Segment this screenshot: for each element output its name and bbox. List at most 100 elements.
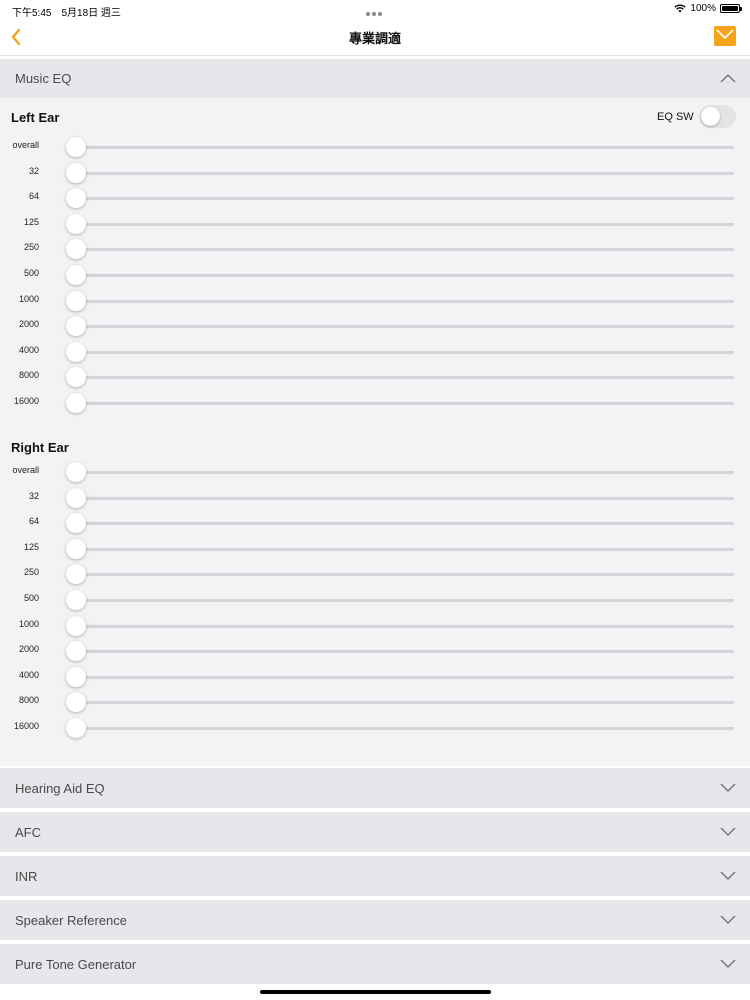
eq-slider-track[interactable] xyxy=(76,402,734,405)
eq-band-label: 1000 xyxy=(18,618,39,629)
eq-slider-track[interactable] xyxy=(76,146,734,149)
eq-slider-thumb[interactable] xyxy=(66,462,86,482)
eq-slider-track[interactable] xyxy=(76,471,734,474)
section-label: Hearing Aid EQ xyxy=(15,781,105,796)
eq-slider-thumb[interactable] xyxy=(66,188,86,209)
eq-switch-toggle[interactable] xyxy=(699,105,736,128)
eq-slider-thumb[interactable] xyxy=(66,564,86,585)
eq-band-label: 500 xyxy=(23,268,39,278)
eq-slider-track[interactable] xyxy=(76,675,734,679)
eq-slider-thumb[interactable] xyxy=(66,641,86,662)
eq-slider-thumb[interactable] xyxy=(66,538,86,559)
eq-band-label: 32 xyxy=(28,490,39,501)
eq-band-label: 64 xyxy=(28,191,39,202)
eq-slider-track[interactable] xyxy=(76,299,734,303)
eq-band-row: 250 xyxy=(0,563,750,585)
eq-slider-track[interactable] xyxy=(76,727,734,730)
eq-slider-track[interactable] xyxy=(76,624,734,628)
section-header-hearing-aid-eq[interactable]: Hearing Aid EQ xyxy=(0,768,750,808)
eq-slider-track[interactable] xyxy=(76,171,734,175)
status-bar: 下午5:45 5月18日 週三 100% xyxy=(0,0,750,19)
eq-band-label: 16000 xyxy=(13,721,39,731)
multitasking-dots-icon[interactable] xyxy=(366,8,384,16)
status-time-date: 下午5:45 5月18日 週三 xyxy=(12,8,121,19)
eq-slider-thumb[interactable] xyxy=(66,265,86,285)
eq-slider-thumb[interactable] xyxy=(66,367,86,388)
eq-slider-track[interactable] xyxy=(76,599,734,602)
eq-band-row: 8000 xyxy=(0,691,750,713)
eq-slider-track[interactable] xyxy=(76,573,734,577)
eq-band-label: 250 xyxy=(23,567,39,578)
eq-band-label: 125 xyxy=(23,541,39,552)
eq-slider-track[interactable] xyxy=(76,547,734,551)
eq-slider-thumb[interactable] xyxy=(66,162,86,183)
battery-percent: 100% xyxy=(690,3,716,14)
eq-band-row: 2000 xyxy=(0,640,750,662)
eq-band-label: overall xyxy=(12,465,39,475)
chevron-down-icon xyxy=(720,959,736,968)
section-header-pure-tone-generator[interactable]: Pure Tone Generator xyxy=(0,944,750,984)
eq-band-row: 8000 xyxy=(0,366,750,388)
eq-band-row: overall xyxy=(0,461,750,483)
eq-slider-track[interactable] xyxy=(76,197,734,201)
eq-band-row: 4000 xyxy=(0,341,750,363)
eq-band-row: 32 xyxy=(0,162,750,184)
section-header-music-eq[interactable]: Music EQ xyxy=(0,59,750,98)
section-header-afc[interactable]: AFC xyxy=(0,812,750,852)
eq-slider-track[interactable] xyxy=(76,222,734,226)
eq-slider-thumb[interactable] xyxy=(66,692,86,713)
mail-button[interactable] xyxy=(714,26,736,46)
mail-icon xyxy=(716,29,734,39)
eq-band-label: 8000 xyxy=(18,370,39,381)
section-header-speaker-reference[interactable]: Speaker Reference xyxy=(0,900,750,940)
chevron-down-icon xyxy=(720,827,736,836)
eq-slider-thumb[interactable] xyxy=(66,316,86,337)
page-title: 專業調適 xyxy=(348,31,401,46)
eq-slider-thumb[interactable] xyxy=(66,213,86,234)
eq-slider-track[interactable] xyxy=(76,248,734,252)
eq-slider-track[interactable] xyxy=(76,376,734,380)
eq-slider-track[interactable] xyxy=(76,650,734,654)
eq-slider-track[interactable] xyxy=(76,701,734,705)
eq-slider-thumb[interactable] xyxy=(66,290,86,311)
eq-slider-thumb[interactable] xyxy=(66,513,86,534)
eq-band-label: 32 xyxy=(28,165,39,176)
chevron-down-icon xyxy=(720,915,736,924)
eq-slider-thumb[interactable] xyxy=(66,487,86,508)
section-label: Music EQ xyxy=(15,71,72,86)
eq-slider-track[interactable] xyxy=(76,522,734,526)
navigation-bar: 專業調適 xyxy=(0,18,750,56)
section-label: Speaker Reference xyxy=(15,913,128,928)
eq-band-row: 16000 xyxy=(0,392,750,414)
home-indicator[interactable] xyxy=(260,990,491,994)
chevron-down-icon xyxy=(720,871,736,880)
eq-slider-thumb[interactable] xyxy=(66,615,86,636)
eq-slider-track[interactable] xyxy=(76,496,734,500)
eq-band-label: 4000 xyxy=(18,669,39,680)
eq-slider-thumb[interactable] xyxy=(66,341,86,362)
eq-band-label: overall xyxy=(12,140,39,150)
left-ear-title: Left Ear xyxy=(11,110,60,125)
eq-slider-thumb[interactable] xyxy=(66,666,86,687)
eq-band-label: 2000 xyxy=(18,644,39,655)
chevron-up-icon xyxy=(720,74,736,83)
eq-slider-thumb[interactable] xyxy=(66,137,86,157)
eq-slider-thumb[interactable] xyxy=(66,393,86,413)
eq-band-row: 64 xyxy=(0,512,750,534)
eq-band-row: 16000 xyxy=(0,717,750,739)
eq-band-label: 64 xyxy=(28,516,39,527)
eq-slider-thumb[interactable] xyxy=(66,239,86,260)
eq-slider-track[interactable] xyxy=(76,274,734,277)
eq-slider-track[interactable] xyxy=(76,350,734,354)
eq-slider-thumb[interactable] xyxy=(66,590,86,610)
chevron-down-icon xyxy=(720,783,736,792)
right-ear-title: Right Ear xyxy=(11,440,69,455)
eq-band-row: 500 xyxy=(0,589,750,611)
section-header-inr[interactable]: INR xyxy=(0,856,750,896)
eq-slider-thumb[interactable] xyxy=(66,718,86,738)
eq-slider-track[interactable] xyxy=(76,325,734,329)
eq-band-row: 64 xyxy=(0,187,750,209)
eq-band-row: 250 xyxy=(0,238,750,260)
eq-band-row: 125 xyxy=(0,213,750,235)
eq-band-label: 2000 xyxy=(18,319,39,330)
